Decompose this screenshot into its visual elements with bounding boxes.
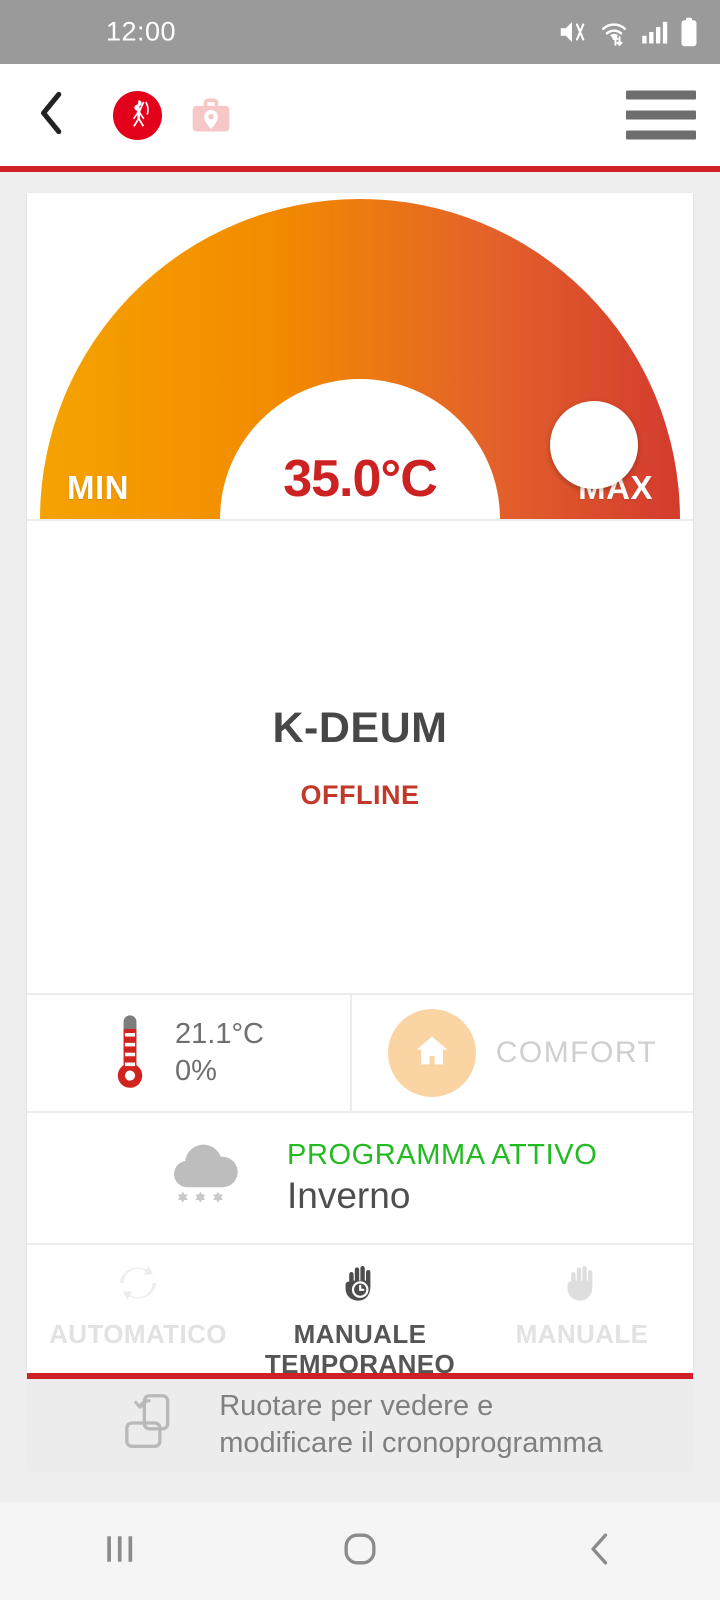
mode-label-line2: TEMPORANEO xyxy=(264,1348,456,1379)
device-status-badge: OFFLINE xyxy=(300,779,420,810)
fantini-cosmi-logo[interactable] xyxy=(113,90,162,140)
rotate-hint-line1: Ruotare per vedere e xyxy=(219,1389,494,1422)
home-button[interactable] xyxy=(240,1531,480,1572)
mute-vibrate-icon xyxy=(557,17,587,47)
rotate-hint: Ruotare per vedere e modificare il crono… xyxy=(27,1379,693,1471)
active-program-row[interactable]: PROGRAMMA ATTIVO Inverno xyxy=(27,1113,693,1243)
mode-manuale-temporaneo[interactable]: MANUALE TEMPORANEO xyxy=(249,1245,471,1379)
program-texts: PROGRAMMA ATTIVO Inverno xyxy=(287,1139,597,1217)
ambient-temperature: 21.1°C xyxy=(175,1017,264,1050)
snow-cloud-icon xyxy=(157,1134,257,1223)
gauge-setpoint-value: 35.0°C xyxy=(283,450,438,508)
mode-manuale[interactable]: MANUALE xyxy=(471,1245,693,1373)
mode-label-line1: MANUALE xyxy=(293,1319,427,1349)
ambient-readings: 21.1°C 0% xyxy=(27,995,352,1111)
back-button-nav[interactable] xyxy=(480,1531,720,1572)
system-navigation-bar xyxy=(0,1502,720,1600)
chevron-left-icon xyxy=(37,91,67,140)
comfort-level[interactable]: COMFORT xyxy=(352,995,693,1111)
hamburger-menu-icon[interactable] xyxy=(626,90,696,140)
program-name: Inverno xyxy=(287,1175,411,1216)
status-bar: 12:00 xyxy=(0,0,720,64)
home-icon xyxy=(342,1531,378,1572)
back-icon xyxy=(585,1531,615,1572)
mode-manuale-label: MANUALE xyxy=(515,1319,649,1349)
signal-icon xyxy=(641,19,669,45)
ambient-humidity: 0% xyxy=(175,1055,217,1087)
hamburger-bar xyxy=(626,130,696,140)
thermometer-icon xyxy=(113,1012,147,1095)
mode-automatico[interactable]: AUTOMATICO xyxy=(27,1245,249,1373)
rotate-device-icon xyxy=(117,1388,195,1463)
program-active-label: PROGRAMMA ATTIVO xyxy=(287,1139,598,1171)
mode-manuale-temporaneo-label: MANUALE TEMPORANEO xyxy=(264,1319,456,1380)
briefcase-location-icon[interactable] xyxy=(189,93,233,137)
comfort-circle xyxy=(387,1009,476,1097)
mode-automatico-label: AUTOMATICO xyxy=(49,1319,227,1349)
house-icon xyxy=(412,1031,452,1076)
hamburger-bar xyxy=(626,110,696,120)
rotate-hint-text: Ruotare per vedere e modificare il crono… xyxy=(219,1388,603,1462)
ambient-values: 21.1°C 0% xyxy=(175,1018,264,1089)
wifi-icon xyxy=(598,17,630,47)
auto-cycle-icon xyxy=(114,1259,162,1312)
hand-clock-icon xyxy=(336,1259,384,1312)
comfort-label: COMFORT xyxy=(495,1036,658,1069)
app-bar xyxy=(0,64,720,166)
recents-button[interactable] xyxy=(0,1532,240,1571)
battery-icon xyxy=(680,17,698,47)
device-info-block: K-DEUM OFFLINE xyxy=(27,521,693,993)
back-button[interactable] xyxy=(20,83,84,147)
temperature-gauge[interactable]: MIN MAX 35.0°C xyxy=(27,193,693,519)
mode-selector: AUTOMATICO MANUALE TEMPORANEO MANUALE xyxy=(27,1245,693,1379)
status-bar-clock: 12:00 xyxy=(106,16,177,47)
status-bar-icons xyxy=(557,17,698,47)
hand-icon xyxy=(558,1259,606,1312)
hamburger-bar xyxy=(626,90,696,100)
rotate-hint-line2: modificare il cronoprogramma xyxy=(219,1427,603,1459)
stats-row: 21.1°C 0% COMFORT xyxy=(27,995,693,1111)
recents-icon xyxy=(104,1532,136,1571)
device-name: K-DEUM xyxy=(272,703,448,752)
main-content: MIN MAX 35.0°C K-DEUM OFFLINE 21.1°C 0% … xyxy=(0,172,720,1471)
thermostat-card: MIN MAX 35.0°C K-DEUM OFFLINE 21.1°C 0% … xyxy=(27,193,693,1379)
